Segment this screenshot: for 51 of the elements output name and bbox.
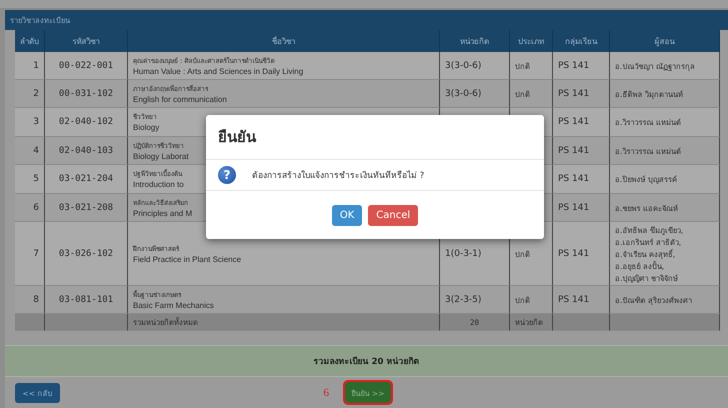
course-name-english: English for communication: [133, 94, 227, 104]
table-cell: 03-021-204: [45, 165, 128, 194]
column-header: รหัสวิชา: [45, 30, 128, 52]
course-name-english: Introduction to: [133, 180, 184, 189]
table-cell: PS 141: [553, 286, 610, 314]
ok-button[interactable]: OK: [332, 204, 362, 226]
table-cell: 4: [15, 137, 45, 165]
table-cell: PS 141: [553, 108, 610, 137]
table-cell: 3(2-3-5): [440, 286, 510, 314]
column-header: ผู้สอน: [610, 30, 720, 52]
table-cell: PS 141: [553, 165, 610, 194]
table-cell: 1: [15, 52, 45, 80]
column-header: กลุ่มเรียน: [553, 30, 610, 52]
table-cell: 3(3-0-6): [440, 80, 510, 108]
table-cell: [553, 314, 610, 331]
table-cell: 7: [15, 222, 45, 286]
table-cell: 3: [15, 108, 45, 137]
table-cell: PS 141: [553, 80, 610, 108]
table-cell: PS 141: [553, 222, 610, 286]
course-name-english: Principles and M: [133, 208, 192, 218]
dialog-title: ยืนยัน: [218, 127, 256, 148]
summary-text: รวมลงทะเบียน 20 หน่วยกิต: [314, 356, 420, 368]
annotation-number: 6: [324, 386, 329, 398]
table-cell: 8: [15, 286, 45, 314]
table-cell: 03-081-101: [45, 286, 128, 314]
question-icon: ?: [218, 166, 236, 184]
column-header: ชื่อวิชา: [128, 30, 440, 52]
cancel-button[interactable]: Cancel: [368, 204, 418, 226]
table-cell: 02-040-103: [45, 137, 128, 165]
table-cell: PS 141: [553, 194, 610, 222]
table-cell: 3(3-0-6): [440, 52, 510, 80]
table-cell: 2: [15, 80, 45, 108]
course-name-english: Field Practice in Plant Science: [133, 254, 242, 264]
column-header: ลำดับ: [15, 30, 45, 52]
table-cell: 02-040-102: [45, 108, 128, 137]
course-name-english: Basic Farm Mechanics: [133, 300, 214, 310]
table-cell: 03-026-102: [45, 222, 128, 286]
column-header: ประเภท: [510, 30, 553, 52]
table-cell: 5: [15, 165, 45, 194]
table-cell: 00-031-102: [45, 80, 128, 108]
table-cell: PS 141: [553, 137, 610, 165]
course-name-english: Biology Laborat: [133, 152, 189, 160]
course-name-english: Human Value : Arts and Sciences in Daily Living: [133, 66, 304, 76]
column-header: หน่วยกิต: [440, 30, 510, 52]
table-cell: 6: [15, 194, 45, 222]
dialog-message: ต้องการสร้างใบแจ้งการชำระเงินทันทีหรือไม่ ?: [252, 169, 424, 182]
table-cell: [15, 314, 45, 331]
table-cell: PS 141: [553, 52, 610, 80]
course-name-english: Biology: [133, 123, 160, 132]
table-cell: 03-021-208: [45, 194, 128, 222]
table-cell: 00-022-001: [45, 52, 128, 80]
